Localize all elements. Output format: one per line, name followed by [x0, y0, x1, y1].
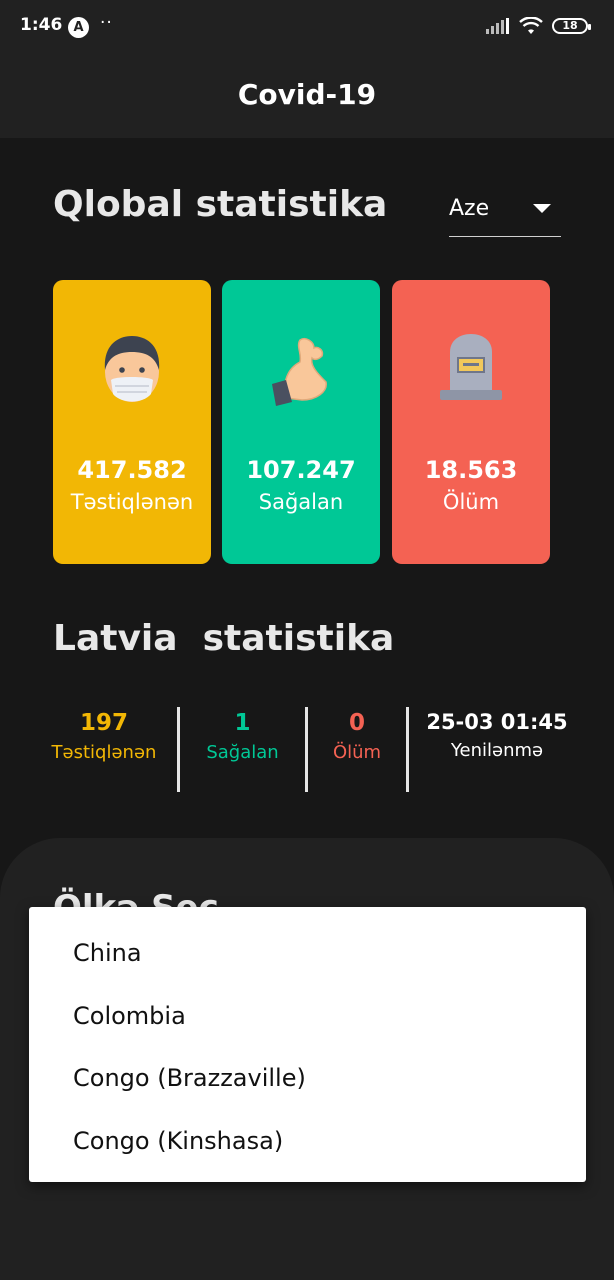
country-confirmed-stat: 197 Təstiqlənən	[50, 710, 158, 763]
recovered-card: 107.247 Sağalan	[222, 280, 380, 564]
flexed-biceps-icon	[272, 337, 327, 406]
stat-divider	[177, 707, 180, 792]
deaths-label: Ölüm	[442, 490, 500, 514]
notification-app-icon: A	[68, 17, 89, 38]
stat-divider	[406, 707, 409, 792]
deaths-card: 18.563 Ölüm	[392, 280, 550, 564]
dropdown-option-china[interactable]: China	[73, 939, 142, 967]
country-name: Latvia	[53, 618, 178, 659]
recovered-value: 107.247	[246, 456, 356, 484]
language-select[interactable]: Aze	[449, 190, 561, 237]
dropdown-arrow-icon	[533, 204, 551, 213]
stat-divider	[305, 707, 308, 792]
country-stats-title: Latvia statistika	[53, 618, 394, 659]
app-bar: Covid-19	[0, 56, 614, 138]
dropdown-option-congo-kinshasa[interactable]: Congo (Kinshasa)	[73, 1127, 283, 1155]
dropdown-option-colombia[interactable]: Colombia	[73, 1002, 186, 1030]
country-recovered-label: Sağalan	[206, 742, 279, 763]
country-deaths-stat: 0 Ölüm	[318, 710, 396, 763]
country-confirmed-label: Təstiqlənən	[51, 742, 157, 763]
country-updated-stat: 25-03 01:45 Yenilənmə	[422, 710, 572, 761]
wifi-icon	[519, 17, 543, 34]
country-stats-suffix: statistika	[202, 618, 395, 659]
country-dropdown-menu: China Colombia Congo (Brazzaville) Congo…	[29, 907, 586, 1182]
country-recovered-value: 1	[234, 710, 251, 736]
status-bar: 1:46 A ·· 18	[0, 0, 614, 56]
confirmed-card: 417.582 Təstiqlənən	[53, 280, 211, 564]
country-updated-value: 25-03 01:45	[426, 710, 568, 734]
status-time: 1:46	[20, 15, 63, 35]
deaths-value: 18.563	[424, 456, 518, 484]
tombstone-icon	[440, 334, 502, 400]
country-deaths-value: 0	[348, 710, 365, 736]
app-title: Covid-19	[237, 78, 377, 111]
confirmed-value: 417.582	[77, 456, 187, 484]
country-deaths-label: Ölüm	[332, 742, 382, 763]
battery-icon: 18	[552, 18, 591, 34]
mask-face-icon	[104, 336, 160, 402]
more-notifications-icon: ··	[100, 13, 113, 33]
signal-icon	[486, 18, 509, 34]
country-confirmed-value: 197	[79, 710, 128, 736]
global-stats-title: Qlobal statistika	[53, 184, 388, 225]
country-updated-label: Yenilənmə	[450, 740, 544, 761]
dropdown-option-congo-brazzaville[interactable]: Congo (Brazzaville)	[73, 1064, 306, 1092]
country-recovered-stat: 1 Sağalan	[192, 710, 293, 763]
confirmed-label: Təstiqlənən	[70, 490, 194, 514]
language-select-value: Aze	[449, 196, 490, 221]
recovered-label: Sağalan	[258, 490, 344, 514]
